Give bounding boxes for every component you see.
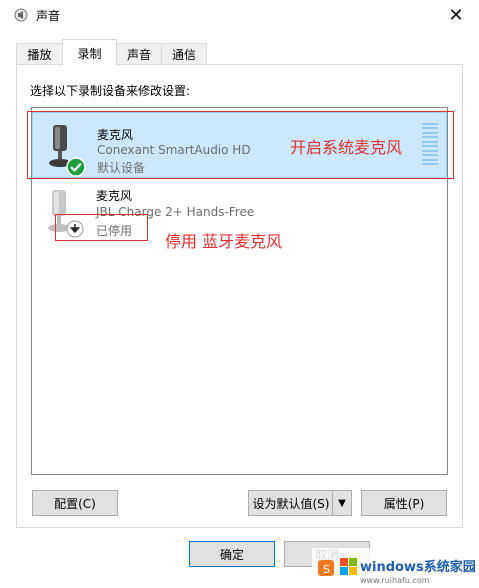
instruction-label: 选择以下录制设备来修改设置: xyxy=(30,84,191,98)
annotation-bluetooth-mic: 停用 蓝牙麦克风 xyxy=(165,232,283,251)
device-name: 麦克风 xyxy=(96,189,133,203)
tab-recording[interactable]: 录制 xyxy=(62,39,117,66)
properties-button[interactable]: 属性(P) xyxy=(361,490,447,516)
window-title: 声音 xyxy=(36,9,61,23)
ok-button[interactable]: 确定 xyxy=(189,541,275,567)
watermark-logo: S windows系统家园 www.ruihafu.com xyxy=(312,548,479,588)
tab-sounds[interactable]: 声音 xyxy=(115,43,163,65)
svg-text:S: S xyxy=(323,563,330,576)
tab-strip: 播放 录制 声音 通信 xyxy=(16,39,456,66)
title-bar: 声音 ✕ xyxy=(0,0,479,31)
tab-communications[interactable]: 通信 xyxy=(161,43,207,65)
watermark-text: windows系统家园 xyxy=(360,559,476,575)
annotation-system-mic: 开启系统麦克风 xyxy=(290,138,403,157)
close-button[interactable]: ✕ xyxy=(433,0,479,31)
speaker-icon xyxy=(14,8,28,22)
tab-playback[interactable]: 播放 xyxy=(16,43,63,65)
close-icon: ✕ xyxy=(448,5,464,26)
annotation-box-disabled xyxy=(55,214,148,241)
watermark-url: www.ruihafu.com xyxy=(360,576,430,585)
chevron-down-icon[interactable]: ▼ xyxy=(332,491,351,515)
configure-button[interactable]: 配置(C) xyxy=(32,490,118,516)
set-default-button[interactable]: 设为默认值(S) ▼ xyxy=(248,490,352,516)
